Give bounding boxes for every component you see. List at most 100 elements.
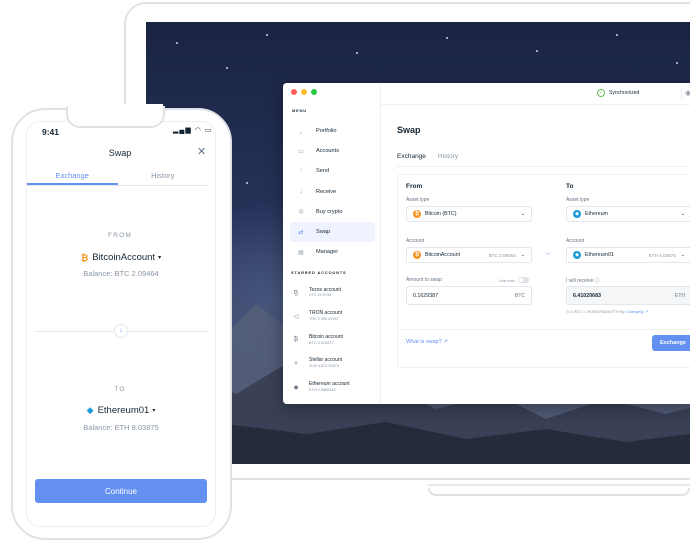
maximize-window-button[interactable]: [311, 89, 317, 95]
starred-account-balance: BTC 0.010227: [309, 340, 334, 345]
chevron-down-icon: ▾: [158, 255, 162, 261]
mobile-tab-exchange[interactable]: Exchange: [27, 170, 118, 185]
provider-link[interactable]: Changelly: [626, 309, 644, 314]
sidebar-nav: ⌞ Portfolio ▭ Accounts ↑ Send ↓ Receive …: [290, 121, 375, 262]
page-title: Swap: [397, 125, 421, 135]
starred-account-tezos[interactable]: ꜩ Tezos account XTZ 15.9736: [291, 281, 377, 305]
tezos-icon: ꜩ: [293, 290, 299, 297]
sync-status-label: Synchronized: [609, 90, 640, 96]
amount-to-swap-input[interactable]: 0.1629387 BTC: [406, 286, 532, 305]
from-label: FROM: [108, 232, 132, 239]
info-icon[interactable]: ⓘ: [595, 278, 600, 284]
close-window-button[interactable]: [291, 89, 297, 95]
receive-amount-field: 6.41020683 ETH: [566, 286, 690, 305]
ethereum-icon: ◆: [573, 210, 581, 218]
signal-icon: ▂▄▆: [173, 127, 192, 134]
tab-history[interactable]: History: [438, 153, 458, 167]
chevron-down-icon: ⌄: [520, 211, 525, 217]
clock-icon: ◷: [566, 309, 570, 314]
to-account-select[interactable]: ◆ Ethereum01 ETH 8.03875 ⌄: [566, 247, 690, 263]
from-account-value: BitcoinAccount: [425, 252, 461, 258]
sidebar-item-label: Swap: [316, 229, 330, 236]
to-account-balance: ETH 8.03875: [648, 252, 676, 258]
from-asset-select[interactable]: ₿ Bitcoin (BTC) ⌄: [406, 206, 532, 222]
sync-status[interactable]: ✓ Synchronized: [597, 89, 639, 97]
exchange-button[interactable]: Exchange: [652, 335, 690, 351]
toggle-switch[interactable]: [517, 277, 529, 283]
swap-icon: ⇄: [298, 229, 304, 236]
what-is-swap-label: What is swap?: [406, 339, 442, 345]
use-max-label: Use max: [499, 277, 515, 283]
continue-button[interactable]: Continue: [35, 479, 207, 503]
amount-value: 0.1629387: [413, 292, 439, 299]
chevron-down-icon: ⌄: [680, 211, 685, 217]
to-label: TO: [114, 386, 126, 393]
starred-account-bitcoin[interactable]: ₿ Bitcoin account BTC 0.010227: [291, 328, 377, 352]
sidebar-item-send[interactable]: ↑ Send: [290, 161, 375, 181]
mobile-tab-history[interactable]: History: [118, 170, 209, 185]
status-icons: ▂▄▆ ◠ ▭: [173, 126, 212, 134]
to-account-label: Account: [566, 238, 585, 244]
wifi-icon: ◠: [194, 127, 202, 134]
minimize-window-button[interactable]: [301, 89, 307, 95]
buy-icon: ◎: [298, 209, 304, 216]
close-icon[interactable]: ✕: [197, 145, 206, 158]
card-divider: [398, 329, 690, 330]
starred-account-balance: TRX 2,396.67967: [309, 316, 339, 321]
starred-account-name: Ethereum account: [309, 381, 350, 388]
eye-icon[interactable]: ◉: [685, 89, 690, 97]
sidebar-item-accounts[interactable]: ▭ Accounts: [290, 141, 375, 161]
starred-account-ethereum[interactable]: ◆ Ethereum account ETH 2.9865345: [291, 375, 377, 399]
amount-unit: BTC: [515, 292, 525, 299]
to-account-value: Ethereum01: [585, 252, 614, 258]
tab-exchange[interactable]: Exchange: [397, 153, 426, 167]
battery-icon: ▭: [204, 127, 213, 134]
laptop-base: [428, 488, 690, 496]
from-account-selector[interactable]: ₿ BitcoinAccount ▾: [0, 252, 242, 263]
top-bar-divider: [681, 89, 682, 98]
mobile-tabs: Exchange History: [27, 170, 208, 186]
from-account-name: BitcoinAccount: [92, 252, 156, 263]
amount-to-swap-label: Amount to swap: [406, 277, 442, 283]
to-asset-type-label: Asset type: [566, 197, 590, 203]
to-asset-select[interactable]: ◆ Ethereum ⌄: [566, 206, 690, 222]
chart-icon: ⌞: [299, 128, 303, 135]
sidebar-item-receive[interactable]: ↓ Receive: [290, 182, 375, 202]
stellar-icon: ✧: [293, 361, 299, 368]
sidebar-item-label: Buy crypto: [316, 208, 343, 215]
sidebar-item-label: Accounts: [316, 148, 340, 155]
starred-account-balance: XTZ 15.9736: [309, 293, 331, 298]
external-link-icon[interactable]: ↗: [645, 309, 648, 314]
manager-icon: ▤: [298, 249, 304, 256]
starred-account-tron[interactable]: ◁ TRON account TRX 2,396.67967: [291, 305, 377, 329]
starred-account-stellar[interactable]: ✧ Stellar account XLM 4,872.00874: [291, 352, 377, 376]
bitcoin-icon: ₿: [80, 252, 89, 263]
starred-account-balance: XLM 4,872.00874: [309, 364, 339, 369]
sidebar-item-swap[interactable]: ⇄ Swap: [290, 221, 375, 243]
rate-text: 1 BTC = 39.50575608 ETH: [570, 309, 619, 314]
from-title: From: [406, 183, 423, 190]
from-asset-type-label: Asset type: [406, 197, 430, 203]
from-account-select[interactable]: ₿ BitcoinAccount BTC 2.09464 ⌄: [406, 247, 532, 263]
sidebar-item-buy-crypto[interactable]: ◎ Buy crypto: [290, 202, 375, 222]
check-circle-icon: ✓: [597, 89, 605, 97]
bitcoin-icon: ₿: [413, 251, 421, 259]
what-is-swap-link[interactable]: What is swap? ↗: [406, 339, 448, 345]
receive-unit: ETH: [675, 292, 685, 299]
arrow-down-icon[interactable]: ↓: [114, 324, 128, 338]
starred-account-name: Bitcoin account: [309, 333, 343, 340]
from-asset-value: Bitcoin (BTC): [425, 211, 457, 217]
to-title: To: [566, 183, 574, 190]
menu-label: MENU: [292, 108, 307, 113]
ethereum-icon: ◆: [86, 405, 94, 415]
chevron-down-icon: ⌄: [520, 252, 525, 258]
swap-tabs: Exchange History: [397, 153, 458, 167]
sidebar-item-portfolio[interactable]: ⌞ Portfolio: [290, 121, 375, 141]
use-max-toggle[interactable]: Use max: [499, 277, 529, 283]
top-bar: ✓ Synchronized ◉ ⚙: [381, 83, 690, 105]
arrow-right-icon: →: [544, 250, 551, 257]
sidebar-item-manager[interactable]: ▤ Manager: [290, 242, 375, 262]
to-account-selector[interactable]: ◆ Ethereum01 ▾: [0, 405, 242, 416]
app-window: MENU ⌞ Portfolio ▭ Accounts ↑ Send ↓ Rec…: [283, 83, 690, 404]
from-balance: Balance: BTC 2.09464: [83, 269, 159, 278]
